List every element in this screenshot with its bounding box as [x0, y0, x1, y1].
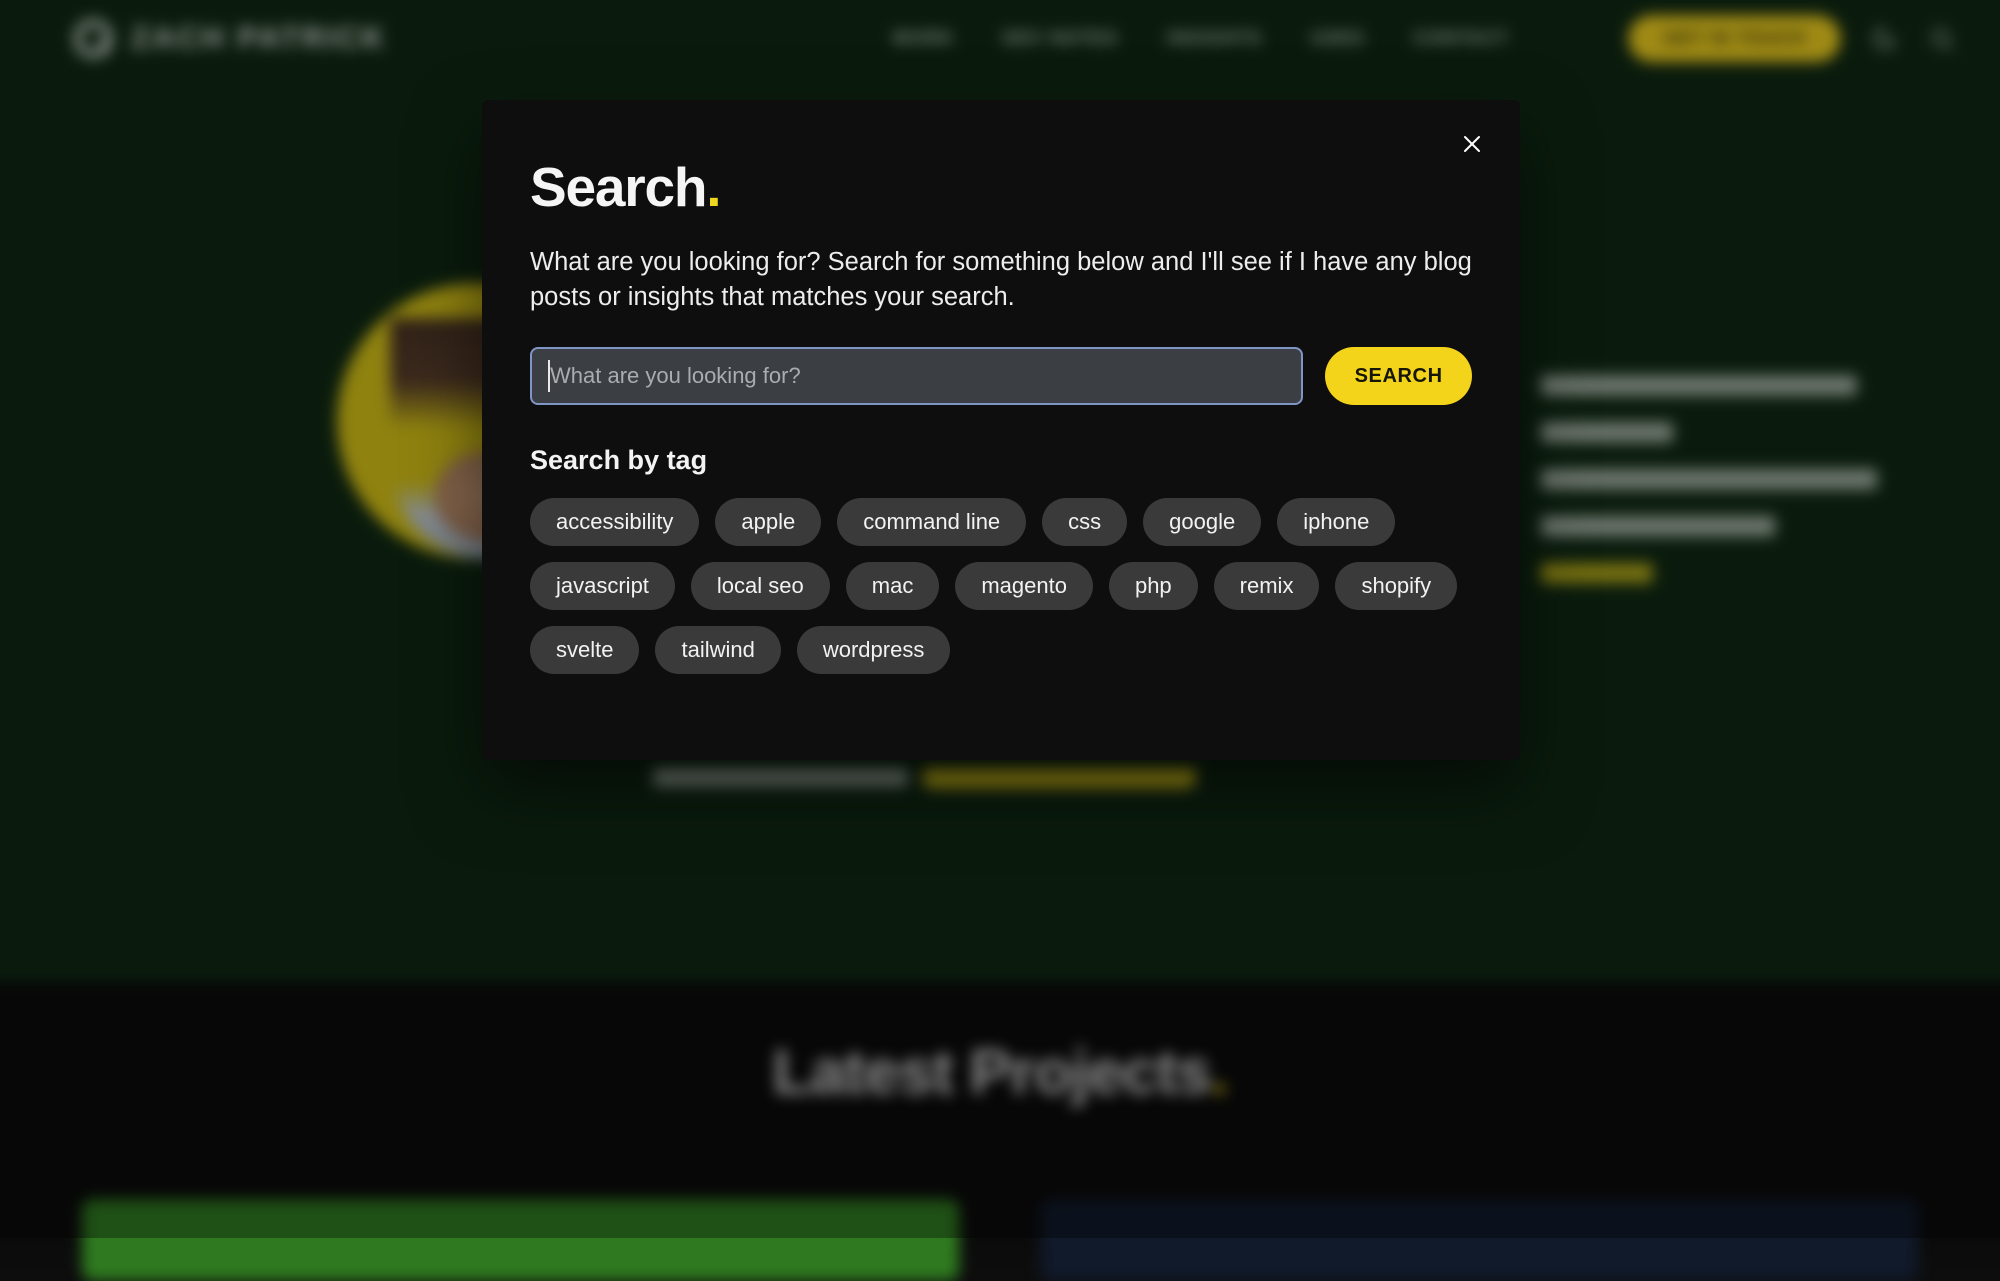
tag-wordpress[interactable]: wordpress [797, 626, 950, 674]
tag-command-line[interactable]: command line [837, 498, 1026, 546]
modal-title-text: Search [530, 156, 706, 218]
modal-title-dot: . [706, 156, 720, 218]
tag-google[interactable]: google [1143, 498, 1261, 546]
tag-shopify[interactable]: shopify [1335, 562, 1457, 610]
tag-local-seo[interactable]: local seo [691, 562, 830, 610]
tag-apple[interactable]: apple [715, 498, 821, 546]
tag-iphone[interactable]: iphone [1277, 498, 1395, 546]
tag-javascript[interactable]: javascript [530, 562, 675, 610]
search-input[interactable] [530, 347, 1303, 405]
tag-mac[interactable]: mac [846, 562, 940, 610]
modal-body: Search. What are you looking for? Search… [482, 100, 1520, 674]
search-by-tag-heading: Search by tag [530, 445, 1472, 476]
tag-remix[interactable]: remix [1214, 562, 1320, 610]
search-row: SEARCH [530, 347, 1472, 405]
tag-css[interactable]: css [1042, 498, 1127, 546]
tag-list: accessibility apple command line css goo… [530, 498, 1472, 674]
search-button[interactable]: SEARCH [1325, 347, 1472, 405]
tag-accessibility[interactable]: accessibility [530, 498, 699, 546]
page-root: ZACH PATRICK WORK DEV NOTES INSIGHTS USE… [0, 0, 2000, 1238]
modal-description: What are you looking for? Search for som… [530, 245, 1472, 315]
close-icon[interactable] [1450, 122, 1494, 166]
tag-magento[interactable]: magento [955, 562, 1093, 610]
search-field [530, 347, 1303, 405]
search-modal: Search. What are you looking for? Search… [482, 100, 1520, 760]
modal-title: Search. [530, 160, 1472, 215]
tag-svelte[interactable]: svelte [530, 626, 639, 674]
tag-php[interactable]: php [1109, 562, 1198, 610]
tag-tailwind[interactable]: tailwind [655, 626, 780, 674]
text-caret [548, 360, 550, 392]
